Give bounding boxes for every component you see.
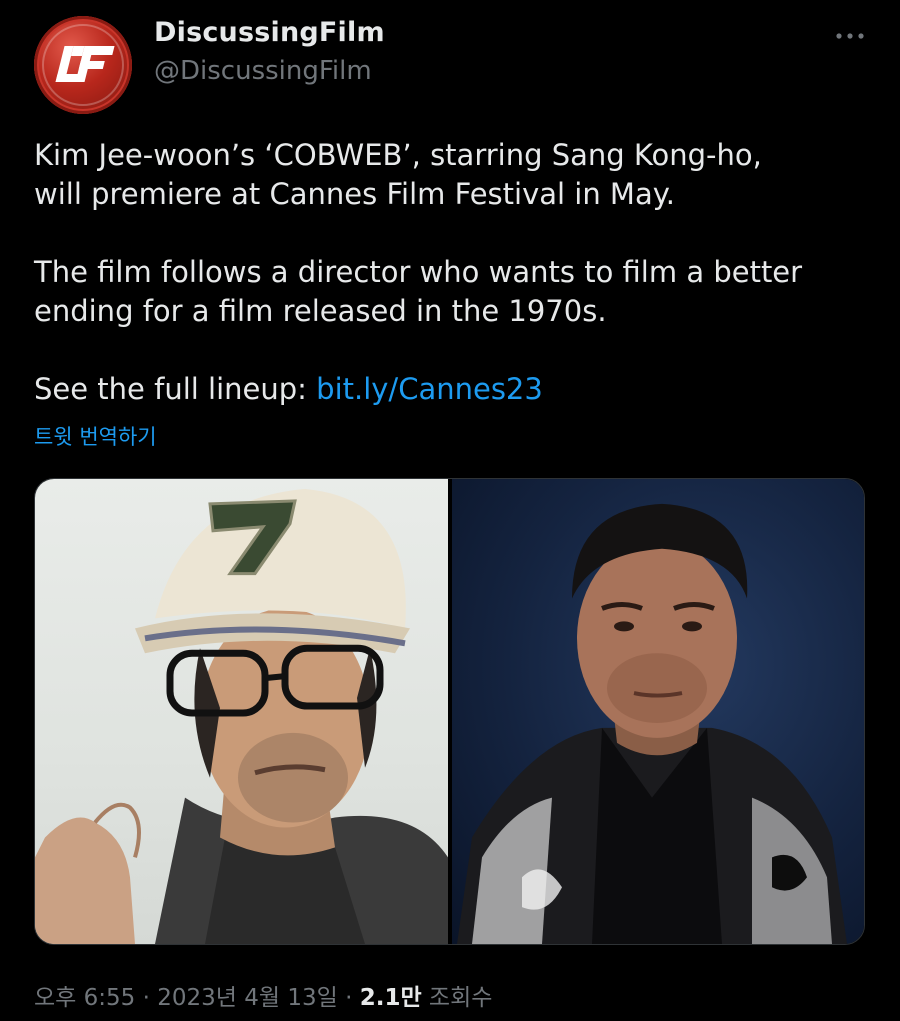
- man-in-patterned-jacket-image: [457, 503, 847, 944]
- tweet-media[interactable]: [34, 478, 865, 945]
- author-display-name[interactable]: DiscussingFilm: [154, 16, 385, 50]
- tweet-date[interactable]: 2023년 4월 13일: [157, 985, 338, 1011]
- avatar[interactable]: [34, 16, 132, 114]
- lineup-link[interactable]: bit.ly/Cannes23: [316, 372, 543, 406]
- tweet-text: Kim Jee-woon’s ‘COBWEB’, starring Sang K…: [34, 136, 874, 409]
- author-info: DiscussingFilm @DiscussingFilm: [154, 16, 385, 92]
- meta-separator: ·: [337, 985, 360, 1011]
- tweet-paragraph-announcement: Kim Jee-woon’s ‘COBWEB’, starring Sang K…: [34, 138, 762, 211]
- views-count[interactable]: 2.1만: [360, 985, 422, 1011]
- tweet-paragraph-lineup: See the full lineup: bit.ly/Cannes23: [34, 370, 874, 409]
- discussingfilm-logo-icon: [55, 46, 115, 82]
- translate-tweet-link[interactable]: 트윗 번역하기: [34, 423, 157, 451]
- meta-separator: ·: [135, 985, 158, 1011]
- tweet-metadata: 오후 6:55 · 2023년 4월 13일 · 2.1만 조회수: [34, 983, 492, 1013]
- more-options-button[interactable]: [830, 24, 870, 48]
- tweet-time[interactable]: 오후 6:55: [34, 985, 135, 1011]
- author-handle[interactable]: @DiscussingFilm: [154, 50, 385, 92]
- media-photo-right[interactable]: [452, 479, 864, 944]
- more-horizontal-icon: [836, 33, 864, 39]
- man-in-cap-image: [35, 488, 448, 944]
- views-label: 조회수: [421, 985, 493, 1011]
- tweet-paragraph-synopsis: The film follows a director who wants to…: [34, 255, 803, 328]
- tweet-header: DiscussingFilm @DiscussingFilm: [34, 16, 870, 116]
- lineup-prefix: See the full lineup:: [34, 372, 317, 406]
- media-photo-left[interactable]: [35, 479, 448, 944]
